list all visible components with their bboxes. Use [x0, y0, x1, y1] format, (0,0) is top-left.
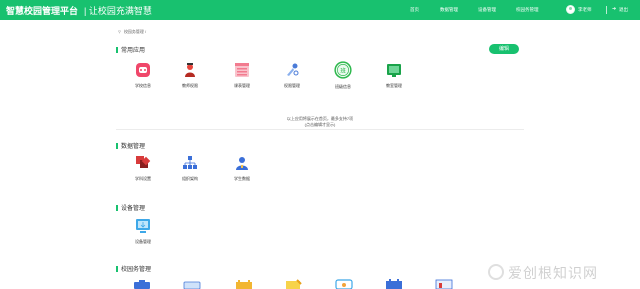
teacher-icon — [185, 63, 195, 77]
app-label: 班级信息 — [335, 84, 351, 89]
affairs-app-icon[interactable] — [133, 279, 151, 289]
school-info-icon — [136, 63, 150, 77]
app-org-structure[interactable]: 组织架构 — [172, 155, 208, 182]
location-pin-icon: ⚲ — [118, 29, 121, 34]
app-teacher[interactable]: 教师权限 — [172, 62, 208, 89]
class-info-icon: 班 — [334, 61, 352, 79]
app-student-data[interactable]: 学生数据 — [224, 155, 260, 182]
app-school-info[interactable]: 学校信息 — [125, 62, 161, 89]
classroom-icon — [387, 64, 401, 77]
edit-button[interactable]: 编辑 — [489, 44, 519, 54]
affairs-app-icon[interactable] — [285, 279, 303, 289]
watermark-text: 爱创根知识网 — [508, 265, 598, 281]
app-label: 教室管理 — [386, 83, 402, 88]
app-classroom[interactable]: 教室管理 — [376, 62, 412, 89]
app-schedule[interactable]: 课表管理 — [224, 62, 260, 89]
top-bar: 智慧校园管理平台 | 让校园充满智慧 首页 数据管理 设备管理 校园务管理 李老… — [0, 0, 640, 20]
user-name[interactable]: 李老师 — [578, 7, 592, 13]
app-label: 组织架构 — [182, 176, 198, 181]
header-divider — [606, 6, 607, 14]
app-class-info[interactable]: 班 班级信息 — [325, 61, 361, 90]
section-title-common: 常用应用 — [116, 45, 145, 54]
avatar[interactable] — [566, 5, 575, 14]
affairs-app-icon[interactable] — [235, 280, 253, 289]
app-label: 学校信息 — [135, 83, 151, 88]
app-subject-settings[interactable]: 学科设置 — [125, 155, 161, 182]
brand-title: 智慧校园管理平台 — [6, 6, 79, 16]
app-permission[interactable]: 权限管理 — [274, 62, 310, 89]
affairs-app-icon[interactable] — [335, 279, 353, 289]
device-icon — [136, 219, 150, 233]
permission-icon — [287, 63, 299, 76]
subject-settings-icon — [136, 156, 151, 168]
breadcrumb-text[interactable]: 校园务管理 / — [124, 29, 146, 34]
section-title-data: 数据管理 — [116, 141, 145, 150]
app-label: 学生数据 — [234, 176, 250, 181]
affairs-app-icon[interactable] — [385, 279, 403, 289]
student-data-icon — [236, 157, 248, 170]
app-label: 学科设置 — [135, 176, 151, 181]
nav-home[interactable]: 首页 — [410, 7, 419, 13]
nav-data-management[interactable]: 数据管理 — [440, 7, 458, 13]
section-divider — [116, 129, 524, 130]
breadcrumb: ⚲ 校园务管理 / — [118, 29, 146, 35]
nav-device-management[interactable]: 设备管理 — [478, 7, 496, 13]
app-label: 设备管理 — [135, 239, 151, 244]
app-device[interactable]: 设备管理 — [125, 218, 161, 245]
app-label: 教师权限 — [182, 83, 198, 88]
org-structure-icon — [183, 156, 197, 169]
hint-subtext: (点击编辑才显示) — [304, 122, 336, 127]
affairs-app-icon[interactable] — [183, 280, 201, 289]
logout-icon[interactable]: ➜ — [612, 6, 616, 12]
section-title-affairs: 校园务管理 — [116, 264, 151, 273]
watermark-logo — [488, 264, 504, 280]
schedule-icon — [235, 63, 249, 77]
svg-text:班: 班 — [340, 66, 346, 74]
app-label: 课表管理 — [234, 83, 250, 88]
app-label: 权限管理 — [284, 83, 300, 88]
section-title-device: 设备管理 — [116, 203, 145, 212]
nav-campus-affairs[interactable]: 校园务管理 — [516, 7, 539, 13]
affairs-app-icon[interactable] — [435, 279, 453, 289]
logout-link[interactable]: 退出 — [619, 7, 628, 13]
brand-slogan: | 让校园充满智慧 — [84, 6, 152, 16]
